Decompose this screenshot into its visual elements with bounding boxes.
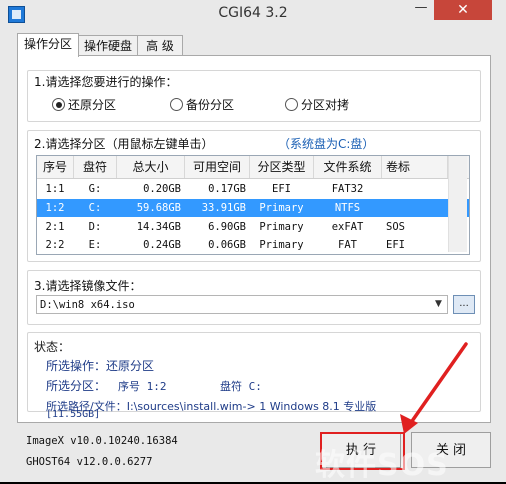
cell-fs: NTFS (334, 202, 361, 214)
main-window: CGI64 3.2 — ✕ 操作分区 操作硬盘 高 级 1.请选择您要进行的操作… (0, 0, 506, 483)
cell-fs: exFAT (331, 221, 364, 233)
table-row[interactable]: 2:2 E: 0.24GB 0.06GB Primary FAT EFI (37, 236, 469, 254)
status-operation: 所选操作：还原分区 (46, 359, 155, 373)
cell-free: 33.91GB (201, 202, 246, 214)
cell-total: 0.24GB (143, 239, 181, 251)
col-total[interactable]: 总大小 (117, 156, 185, 178)
status-partition-id: 序号 1:2 (118, 380, 167, 393)
cell-id: 1:2 (45, 202, 65, 214)
table-scrollbar[interactable] (448, 156, 467, 252)
partition-label: 2.请选择分区（用鼠标左键单击） (34, 135, 214, 152)
col-fs[interactable]: 文件系统 (314, 156, 382, 178)
cell-free: 0.17GB (208, 183, 246, 195)
radio-unchecked-icon (170, 98, 183, 111)
cell-total: 14.34GB (136, 221, 181, 233)
cell-total: 0.20GB (143, 183, 181, 195)
radio-restore[interactable]: 还原分区 (52, 96, 116, 113)
radio-copy[interactable]: 分区对拷 (285, 96, 349, 113)
radio-backup[interactable]: 备份分区 (170, 96, 234, 113)
col-free[interactable]: 可用空间 (185, 156, 250, 178)
chevron-down-icon[interactable]: ▼ (430, 296, 447, 313)
partition-table[interactable]: 序号 盘符 总大小 可用空间 分区类型 文件系统 卷标 1:1 G: 0.20G… (36, 155, 470, 255)
cell-ptype: Primary (259, 239, 304, 251)
radio-copy-label: 分区对拷 (301, 98, 350, 112)
table-header: 序号 盘符 总大小 可用空间 分区类型 文件系统 卷标 (37, 156, 469, 179)
imagex-version: ImageX v10.0.10240.16384 (26, 435, 178, 447)
tab-advanced[interactable]: 高 级 (137, 35, 183, 56)
cell-ptype: EFI (272, 183, 291, 195)
cell-drive: E: (88, 239, 102, 251)
status-drive: 盘符 C: (220, 380, 262, 393)
browse-button[interactable]: ... (453, 295, 475, 314)
image-file-combobox[interactable]: D:\win8 x64.iso (36, 295, 448, 314)
col-id[interactable]: 序号 (37, 156, 74, 178)
tab-partition[interactable]: 操作分区 (17, 33, 79, 57)
cell-ptype: Primary (259, 221, 304, 233)
cell-label: EFI (386, 239, 405, 251)
table-row[interactable]: 2:1 D: 14.34GB 6.90GB Primary exFAT SOS (37, 218, 469, 236)
table-row-selected[interactable]: 1:2 C: 59.68GB 33.91GB Primary NTFS (37, 199, 469, 217)
cell-free: 0.06GB (208, 239, 246, 251)
operation-label: 1.请选择您要进行的操作： (34, 73, 178, 90)
cell-id: 2:1 (45, 221, 65, 233)
cell-drive: G: (88, 183, 102, 195)
cell-label: SOS (386, 221, 405, 233)
col-ptype[interactable]: 分区类型 (250, 156, 314, 178)
cell-label (386, 180, 446, 198)
radio-unchecked-icon (285, 98, 298, 111)
cell-id: 2:2 (45, 239, 65, 251)
radio-restore-label: 还原分区 (68, 98, 117, 112)
cell-total: 59.68GB (136, 202, 181, 214)
status-partition-label: 所选分区： (46, 379, 107, 393)
cell-fs: FAT32 (331, 183, 364, 195)
col-label[interactable]: 卷标 (382, 156, 448, 178)
table-row[interactable]: 1:1 G: 0.20GB 0.17GB EFI FAT32 (37, 180, 469, 198)
status-clip: [11.55GB] (28, 409, 478, 421)
cell-drive: C: (88, 202, 102, 214)
cell-id: 1:1 (45, 183, 65, 195)
close-button[interactable]: 关 闭 (411, 432, 491, 468)
minimize-button[interactable]: — (408, 0, 434, 20)
radio-backup-label: 备份分区 (186, 98, 235, 112)
cell-free: 6.90GB (208, 221, 246, 233)
ghost-version: GHOST64 v12.0.0.6277 (26, 456, 153, 468)
system-disk-note: （系统盘为C:盘） (278, 135, 375, 152)
cell-drive: D: (88, 221, 102, 233)
status-label: 状态： (34, 340, 71, 354)
execute-button[interactable]: 执 行 (321, 432, 401, 468)
tab-disk[interactable]: 操作硬盘 (78, 35, 138, 56)
status-path-cont: [11.55GB] (46, 409, 101, 420)
radio-checked-icon (52, 98, 65, 111)
cell-label (386, 199, 446, 217)
title-bar: CGI64 3.2 — ✕ (0, 0, 506, 28)
col-drive[interactable]: 盘符 (74, 156, 117, 178)
close-window-button[interactable]: ✕ (434, 0, 492, 20)
cell-fs: FAT (338, 239, 357, 251)
image-label: 3.请选择镜像文件： (34, 277, 142, 294)
cell-ptype: Primary (259, 202, 304, 214)
